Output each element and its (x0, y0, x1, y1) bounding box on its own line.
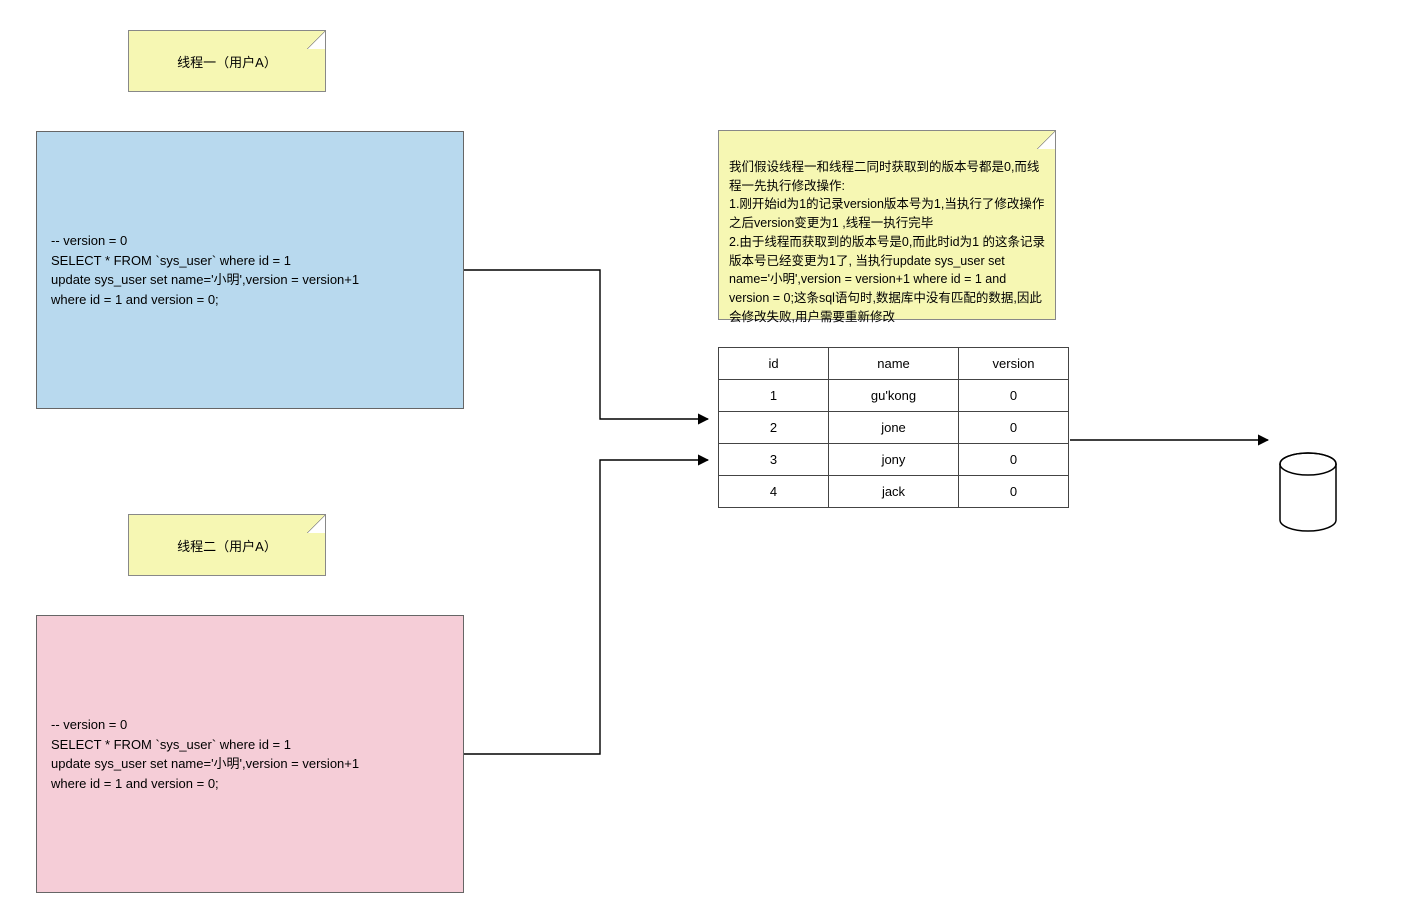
note-thread2: 线程二（用户A） (128, 514, 326, 576)
note-thread1-text: 线程一（用户A） (177, 55, 277, 70)
note-thread2-text: 线程二（用户A） (177, 539, 277, 554)
col-version: version (959, 348, 1069, 380)
table-row: 1 gu'kong 0 (719, 380, 1069, 412)
sql-text-thread1: -- version = 0 SELECT * FROM `sys_user` … (51, 231, 449, 309)
note-thread1: 线程一（用户A） (128, 30, 326, 92)
col-id: id (719, 348, 829, 380)
note-explanation-text: 我们假设线程一和线程二同时获取到的版本号都是0,而线程一先执行修改操作: 1.刚… (729, 160, 1045, 324)
data-table: id name version 1 gu'kong 0 2 jone 0 3 j… (718, 347, 1069, 508)
table-header-row: id name version (719, 348, 1069, 380)
table-row: 4 jack 0 (719, 476, 1069, 508)
database-icon (1278, 452, 1338, 532)
sql-box-thread1: -- version = 0 SELECT * FROM `sys_user` … (36, 131, 464, 409)
col-name: name (829, 348, 959, 380)
sql-text-thread2: -- version = 0 SELECT * FROM `sys_user` … (51, 715, 449, 793)
sql-box-thread2: -- version = 0 SELECT * FROM `sys_user` … (36, 615, 464, 893)
note-explanation: 我们假设线程一和线程二同时获取到的版本号都是0,而线程一先执行修改操作: 1.刚… (718, 130, 1056, 320)
table-row: 3 jony 0 (719, 444, 1069, 476)
table-row: 2 jone 0 (719, 412, 1069, 444)
